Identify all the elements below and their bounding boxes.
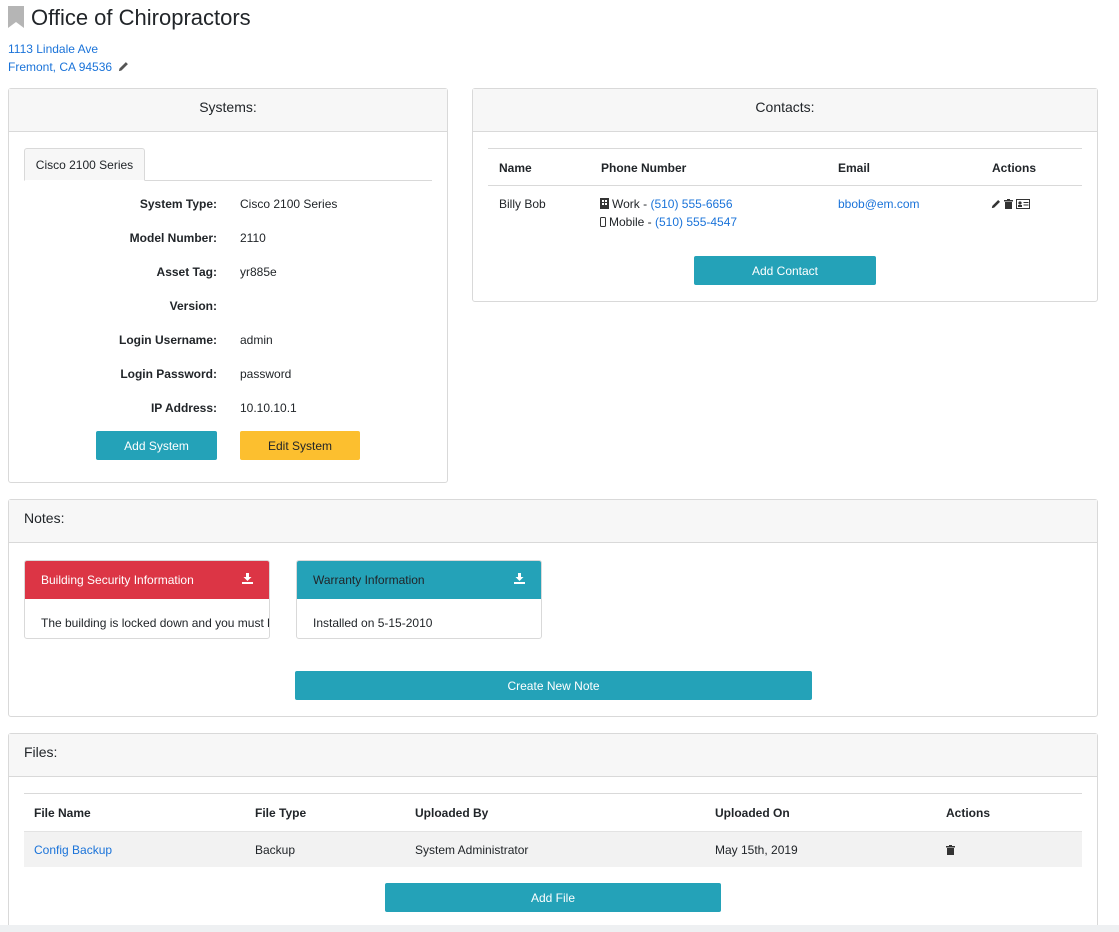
tab-cisco-2100[interactable]: Cisco 2100 Series bbox=[24, 148, 145, 181]
note-header: Building Security Information bbox=[25, 561, 269, 599]
note-body: Installed on 5-15-2010 bbox=[313, 616, 433, 630]
note-title: Warranty Information bbox=[313, 573, 425, 587]
files-card: Files: File Name File Type Uploaded By U… bbox=[8, 733, 1098, 932]
field-value: 10.10.10.1 bbox=[240, 401, 297, 415]
bookmark-icon bbox=[8, 5, 31, 31]
building-icon bbox=[600, 198, 609, 212]
contacts-table-header: Name Phone Number Email Actions bbox=[488, 148, 1082, 186]
field-value: admin bbox=[240, 333, 273, 347]
column-header: Actions bbox=[992, 161, 1037, 175]
column-header: Uploaded On bbox=[715, 806, 790, 820]
systems-card: Systems: Cisco 2100 Series System Type: … bbox=[8, 88, 448, 483]
field-label: Version: bbox=[169, 299, 217, 313]
contact-name: Billy Bob bbox=[499, 197, 546, 211]
edit-system-button[interactable]: Edit System bbox=[240, 431, 360, 460]
site-header: Office of Chiropractors 1113 Lindale Ave… bbox=[8, 4, 251, 77]
field-value: Cisco 2100 Series bbox=[240, 197, 338, 211]
model-number-row: Model Number: 2110 bbox=[9, 231, 449, 251]
note-title: Building Security Information bbox=[41, 573, 194, 587]
login-username-row: Login Username: admin bbox=[9, 333, 449, 353]
field-label: Asset Tag: bbox=[156, 265, 217, 279]
column-header: Name bbox=[499, 161, 532, 175]
pencil-icon[interactable] bbox=[118, 59, 129, 77]
column-header: Phone Number bbox=[601, 161, 687, 175]
add-contact-button[interactable]: Add Contact bbox=[694, 256, 876, 285]
login-password-row: Login Password: password bbox=[9, 367, 449, 387]
mobile-icon bbox=[600, 216, 606, 230]
address: 1113 Lindale Ave Fremont, CA 94536 bbox=[8, 40, 251, 77]
mobile-phone-line: Mobile - (510) 555-4547 bbox=[600, 215, 737, 230]
field-value: 2110 bbox=[240, 231, 266, 245]
download-icon[interactable] bbox=[242, 573, 253, 587]
mobile-phone-link[interactable]: (510) 555-4547 bbox=[655, 215, 737, 229]
file-name-link[interactable]: Config Backup bbox=[34, 843, 112, 857]
add-file-button[interactable]: Add File bbox=[385, 883, 721, 912]
column-header: File Type bbox=[255, 806, 307, 820]
page-title: Office of Chiropractors bbox=[31, 5, 251, 30]
note-card[interactable]: Building Security Information The buildi… bbox=[24, 560, 270, 639]
note-body: The building is locked down and you must… bbox=[41, 616, 270, 630]
trash-icon[interactable] bbox=[1004, 198, 1013, 212]
pencil-icon[interactable] bbox=[991, 198, 1001, 212]
contacts-heading: Contacts: bbox=[473, 89, 1097, 132]
field-label: Login Password: bbox=[120, 367, 217, 381]
system-tabs: Cisco 2100 Series bbox=[24, 148, 432, 181]
contact-email-link[interactable]: bbob@em.com bbox=[838, 197, 920, 211]
table-row: Config Backup Backup System Administrato… bbox=[24, 831, 1082, 867]
field-label: Model Number: bbox=[129, 231, 217, 245]
work-label: Work - bbox=[612, 197, 651, 211]
note-card[interactable]: Warranty Information Installed on 5-15-2… bbox=[296, 560, 542, 639]
ip-address-row: IP Address: 10.10.10.1 bbox=[9, 401, 449, 421]
notes-card: Notes: Building Security Information The… bbox=[8, 499, 1098, 717]
add-system-button[interactable]: Add System bbox=[96, 431, 217, 460]
asset-tag-row: Asset Tag: yr885e bbox=[9, 265, 449, 285]
contact-actions bbox=[991, 198, 1030, 212]
field-label: Login Username: bbox=[118, 333, 217, 347]
create-note-button[interactable]: Create New Note bbox=[295, 671, 812, 700]
field-label: IP Address: bbox=[150, 401, 217, 415]
note-header: Warranty Information bbox=[297, 561, 541, 599]
files-table-header: File Name File Type Uploaded By Uploaded… bbox=[24, 793, 1082, 831]
download-icon[interactable] bbox=[514, 573, 525, 587]
column-header: File Name bbox=[34, 806, 91, 820]
id-card-icon[interactable] bbox=[1016, 198, 1030, 212]
trash-icon[interactable] bbox=[946, 844, 955, 858]
field-label: System Type: bbox=[139, 197, 217, 211]
notes-heading: Notes: bbox=[9, 500, 1097, 543]
column-header: Actions bbox=[946, 806, 991, 820]
field-value: yr885e bbox=[240, 265, 277, 279]
systems-heading: Systems: bbox=[9, 89, 447, 132]
page-footer-bar bbox=[0, 925, 1119, 932]
work-phone-link[interactable]: (510) 555-6656 bbox=[650, 197, 732, 211]
contacts-card: Contacts: Name Phone Number Email Action… bbox=[472, 88, 1098, 302]
column-header: Uploaded By bbox=[415, 806, 489, 820]
work-phone-line: Work - (510) 555-6656 bbox=[600, 197, 733, 212]
version-row: Version: bbox=[9, 299, 449, 319]
address-line2[interactable]: Fremont, CA 94536 bbox=[8, 60, 112, 74]
uploaded-on: May 15th, 2019 bbox=[715, 843, 798, 857]
file-type: Backup bbox=[255, 843, 296, 857]
files-heading: Files: bbox=[9, 734, 1097, 777]
address-line1[interactable]: 1113 Lindale Ave bbox=[8, 42, 98, 56]
mobile-label: Mobile - bbox=[609, 215, 656, 229]
uploaded-by: System Administrator bbox=[415, 843, 529, 857]
column-header: Email bbox=[838, 161, 871, 175]
field-value: password bbox=[240, 367, 292, 381]
system-type-row: System Type: Cisco 2100 Series bbox=[9, 197, 449, 217]
